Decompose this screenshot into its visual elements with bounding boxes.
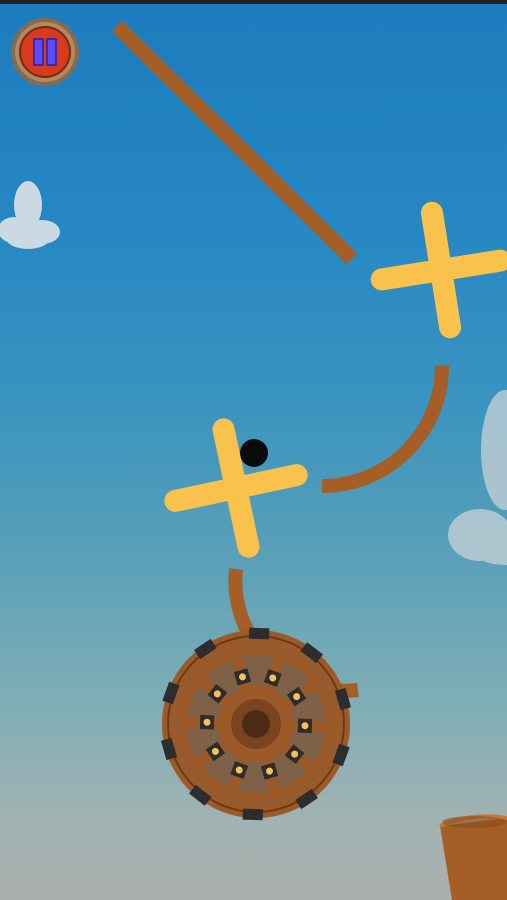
game-viewport[interactable] [0, 0, 507, 900]
curved-ramp-upper [321, 364, 450, 493]
pause-button[interactable] [10, 17, 80, 87]
spinner-cross-upper[interactable] [370, 201, 507, 339]
goal-cup [439, 814, 507, 900]
spinner-cross-lower[interactable] [163, 416, 309, 559]
wooden-wheel[interactable] [160, 627, 352, 821]
game-scene[interactable] [0, 0, 507, 900]
cloud-right [448, 390, 507, 565]
pause-icon [11, 18, 79, 86]
ball [240, 439, 268, 467]
diagonal-plank [111, 20, 358, 265]
cloud-left [0, 181, 60, 249]
